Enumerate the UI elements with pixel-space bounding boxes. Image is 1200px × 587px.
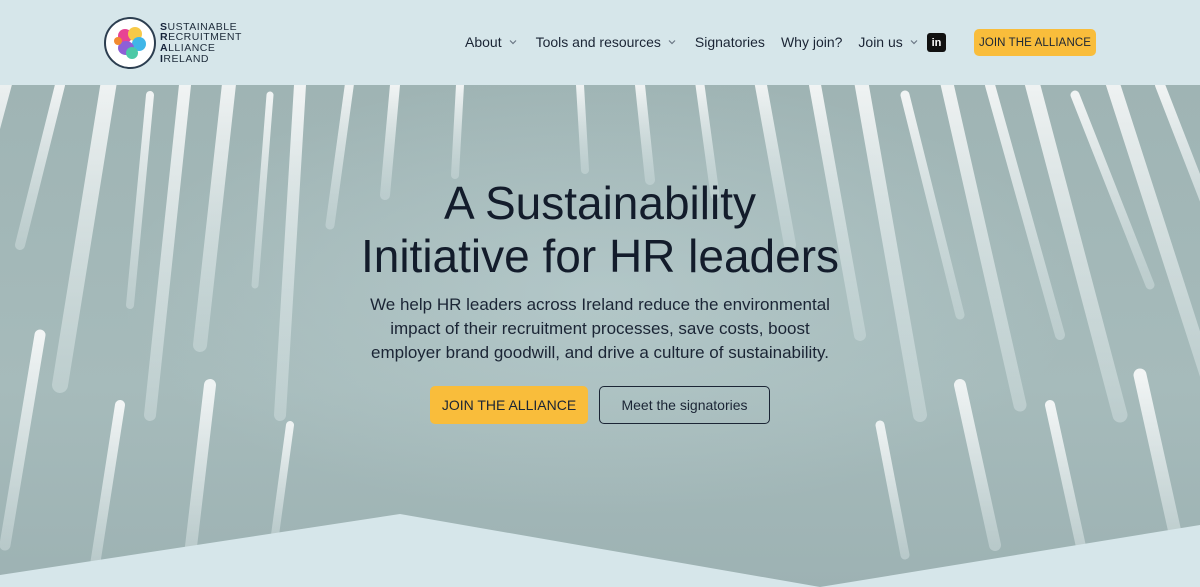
- nav-item-why-join[interactable]: Why join?: [781, 34, 842, 50]
- logo-badge-icon: [104, 17, 156, 69]
- logo-text: SUSTAINABLE RECRUITMENT ALLIANCE IRELAND: [160, 22, 242, 64]
- nav-item-join-us-label: Join us: [858, 34, 903, 50]
- join-alliance-header-button[interactable]: JOIN THE ALLIANCE: [974, 29, 1096, 56]
- nav-item-tools-and-resources[interactable]: Tools and resources: [536, 34, 677, 50]
- site-logo[interactable]: SUSTAINABLE RECRUITMENT ALLIANCE IRELAND: [104, 15, 242, 71]
- chevron-down-icon: [668, 40, 676, 45]
- chevron-down-icon: [910, 40, 918, 45]
- hero-section: A Sustainability Initiative for HR leade…: [0, 85, 1200, 587]
- nav-item-join-us[interactable]: Join us: [858, 34, 918, 50]
- linkedin-icon[interactable]: in: [927, 33, 946, 52]
- nav-item-signatories-label: Signatories: [694, 34, 765, 50]
- nav-item-signatories[interactable]: Signatories: [695, 34, 765, 50]
- nav-item-about-label: About: [465, 34, 502, 50]
- nav-item-why-join-label: Why join?: [780, 34, 843, 50]
- logo-line-4: IRELAND: [160, 52, 210, 65]
- site-header: SUSTAINABLE RECRUITMENT ALLIANCE IRELAND…: [0, 0, 1200, 85]
- nav-item-about[interactable]: About: [465, 34, 518, 50]
- chevron-down-icon: [509, 40, 517, 45]
- nav-item-tools-label: Tools and resources: [535, 34, 661, 50]
- linkedin-glyph: in: [931, 36, 942, 49]
- main-nav: About Tools and resources Signatories Wh…: [465, 30, 919, 54]
- hero-bottom-divider: [0, 514, 1200, 587]
